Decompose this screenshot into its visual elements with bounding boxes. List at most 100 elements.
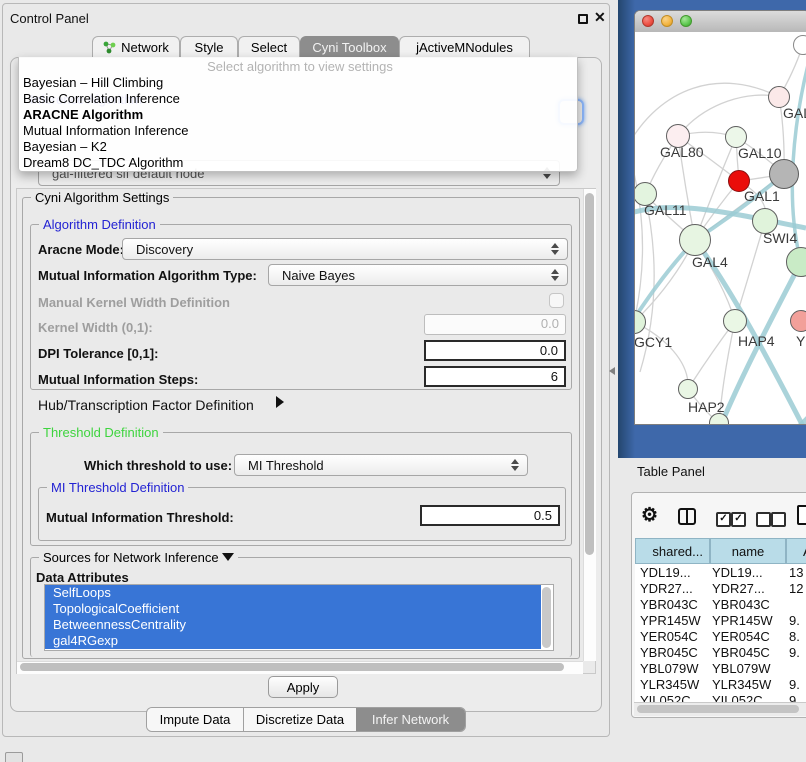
gear-icon[interactable]: ⚙ — [641, 504, 658, 527]
dropdown-item-selected[interactable]: ARACNE Algorithm — [19, 107, 577, 122]
node-salmon[interactable] — [790, 310, 806, 332]
settings-hscrollbar-thumb[interactable] — [20, 663, 564, 671]
aracne-mode-label: Aracne Mode: — [38, 242, 124, 257]
tab-jactivemnodules[interactable]: jActiveMNodules — [399, 36, 530, 58]
node-gray[interactable] — [769, 159, 799, 189]
apply-button[interactable]: Apply — [268, 676, 338, 698]
bottom-tab-bar: Impute Data Discretize Data Infer Networ… — [146, 707, 466, 732]
close-traffic-light[interactable] — [642, 15, 654, 27]
mi-type-combo[interactable]: Naive Bayes — [268, 264, 568, 286]
unchecked-checkbox-icon[interactable] — [771, 512, 786, 527]
dropdown-item[interactable]: Basic Correlation Inference — [19, 91, 577, 106]
data-attributes-label: Data Attributes — [36, 570, 129, 585]
kernel-width-label: Kernel Width (0,1): — [38, 320, 153, 335]
list-item[interactable]: BetweennessCentrality — [45, 617, 541, 633]
manual-kernel-checkbox[interactable] — [549, 293, 564, 308]
mi-threshold-field[interactable]: 0.5 — [420, 505, 560, 526]
aracne-mode-combo[interactable]: Discovery — [122, 238, 568, 260]
tab-select[interactable]: Select — [238, 36, 300, 58]
table-header-shared[interactable]: shared... — [635, 538, 710, 564]
mi-steps-field[interactable]: 6 — [424, 366, 566, 387]
node-label: GAL11 — [644, 202, 687, 218]
manual-kernel-label: Manual Kernel Width Definition — [38, 295, 230, 310]
node-label: GAL10 — [738, 145, 782, 161]
node-label: GAL — [783, 105, 806, 121]
data-attributes-list[interactable]: SelfLoops TopologicalCoefficient Between… — [44, 584, 554, 651]
table-row[interactable]: YPR145W — [640, 613, 701, 628]
node-gal4[interactable] — [679, 224, 711, 256]
kernel-width-field[interactable]: 0.0 — [424, 314, 566, 335]
tab-discretize-data[interactable]: Discretize Data — [243, 708, 356, 731]
node-label: HAP4 — [738, 333, 775, 349]
list-item[interactable]: gal4RGexp — [45, 633, 541, 649]
table-row[interactable]: YLR345W — [640, 677, 699, 692]
zoom-traffic-light[interactable] — [680, 15, 692, 27]
node-hap2[interactable] — [678, 379, 698, 399]
dropdown-prompt: Select algorithm to view settings — [19, 59, 577, 74]
table-row[interactable]: YDR27... — [640, 581, 693, 596]
minimized-panel-icon[interactable] — [5, 752, 23, 762]
desktop-left-shade — [618, 0, 635, 458]
node-label: GCY1 — [635, 334, 672, 350]
dropdown-item[interactable]: Mutual Information Inference — [19, 123, 577, 138]
tab-impute-data[interactable]: Impute Data — [147, 708, 243, 731]
close-icon[interactable]: ✕ — [594, 9, 606, 26]
dropdown-item[interactable]: Bayesian – Hill Climbing — [19, 75, 577, 90]
dropdown-item[interactable]: Dream8 DC_TDC Algorithm — [19, 155, 577, 170]
minimize-traffic-light[interactable] — [661, 15, 673, 27]
table-row[interactable]: YBL079W — [640, 661, 699, 676]
tab-network[interactable]: Network — [92, 36, 180, 58]
algorithm-dropdown-popup: Select algorithm to view settings Bayesi… — [18, 57, 578, 172]
table-body: YDL19...YDL19...13 YDR27...YDR27...12 YB… — [635, 564, 806, 702]
table-hscrollbar-thumb[interactable] — [637, 705, 799, 713]
tab-cyni-toolbox[interactable]: Cyni Toolbox — [300, 36, 399, 58]
float-window-icon[interactable] — [578, 14, 588, 24]
table-row[interactable]: YER054C — [640, 629, 698, 644]
tab-infer-network[interactable]: Infer Network — [356, 708, 465, 731]
node-label: GAL1 — [744, 188, 780, 204]
settings-vscrollbar-thumb[interactable] — [585, 193, 594, 555]
table-panel-title: Table Panel — [637, 464, 705, 479]
dpi-tolerance-field[interactable]: 0.0 — [424, 340, 566, 361]
which-threshold-combo[interactable]: MI Threshold — [234, 454, 528, 476]
group-title: Cyni Algorithm Settings — [31, 190, 173, 205]
table-row[interactable]: YIL052C — [640, 693, 691, 702]
expander-collapsed-icon[interactable] — [276, 396, 284, 408]
node-partial-top[interactable] — [793, 35, 806, 55]
which-threshold-label: Which threshold to use: — [84, 458, 232, 473]
unchecked-checkbox-icon[interactable] — [756, 512, 771, 527]
list-item[interactable]: SelfLoops — [45, 585, 541, 601]
table-header-partial[interactable]: A — [786, 538, 806, 564]
columns-icon[interactable] — [678, 508, 696, 525]
application-window: GAL GAL80 GAL10 GAL1 GAL11 SWI4 GAL4 HAP… — [0, 0, 806, 762]
node-label: GAL4 — [692, 254, 728, 270]
hub-expander-label[interactable]: Hub/Transcription Factor Definition — [38, 397, 254, 413]
tab-label: Network — [121, 40, 169, 55]
group-title: Algorithm Definition — [39, 217, 160, 232]
network-icon — [103, 41, 116, 54]
table-header-name[interactable]: name — [710, 538, 786, 564]
table-row[interactable]: YBR045C — [640, 645, 698, 660]
node-label: SWI4 — [763, 230, 797, 246]
document-icon[interactable] — [797, 505, 806, 525]
dropdown-item[interactable]: Bayesian – K2 — [19, 139, 577, 154]
node-label: GAL80 — [660, 144, 704, 160]
table-row[interactable]: YBR043C — [640, 597, 698, 612]
table-row[interactable]: YDL19... — [640, 565, 691, 580]
list-vscrollbar-thumb[interactable] — [542, 587, 551, 648]
control-panel-title: Control Panel — [10, 11, 89, 26]
dpi-tolerance-label: DPI Tolerance [0,1]: — [38, 346, 158, 361]
group-title: Threshold Definition — [39, 425, 163, 440]
checked-checkbox-icon[interactable]: ✓ — [731, 512, 746, 527]
mi-steps-label: Mutual Information Steps: — [38, 372, 198, 387]
mi-threshold-label: Mutual Information Threshold: — [46, 510, 234, 525]
mi-type-label: Mutual Information Algorithm Type: — [38, 268, 257, 283]
network-canvas[interactable]: GAL GAL80 GAL10 GAL1 GAL11 SWI4 GAL4 HAP… — [635, 32, 806, 424]
checked-checkbox-icon[interactable]: ✓ — [716, 512, 731, 527]
splitpane-collapse-arrow-icon[interactable] — [609, 367, 615, 375]
sources-expander[interactable]: Sources for Network Inference — [39, 550, 238, 565]
list-item[interactable]: TopologicalCoefficient — [45, 601, 541, 617]
node-label: HAP2 — [688, 399, 725, 415]
tab-style[interactable]: Style — [180, 36, 238, 58]
node-hap4[interactable] — [723, 309, 747, 333]
